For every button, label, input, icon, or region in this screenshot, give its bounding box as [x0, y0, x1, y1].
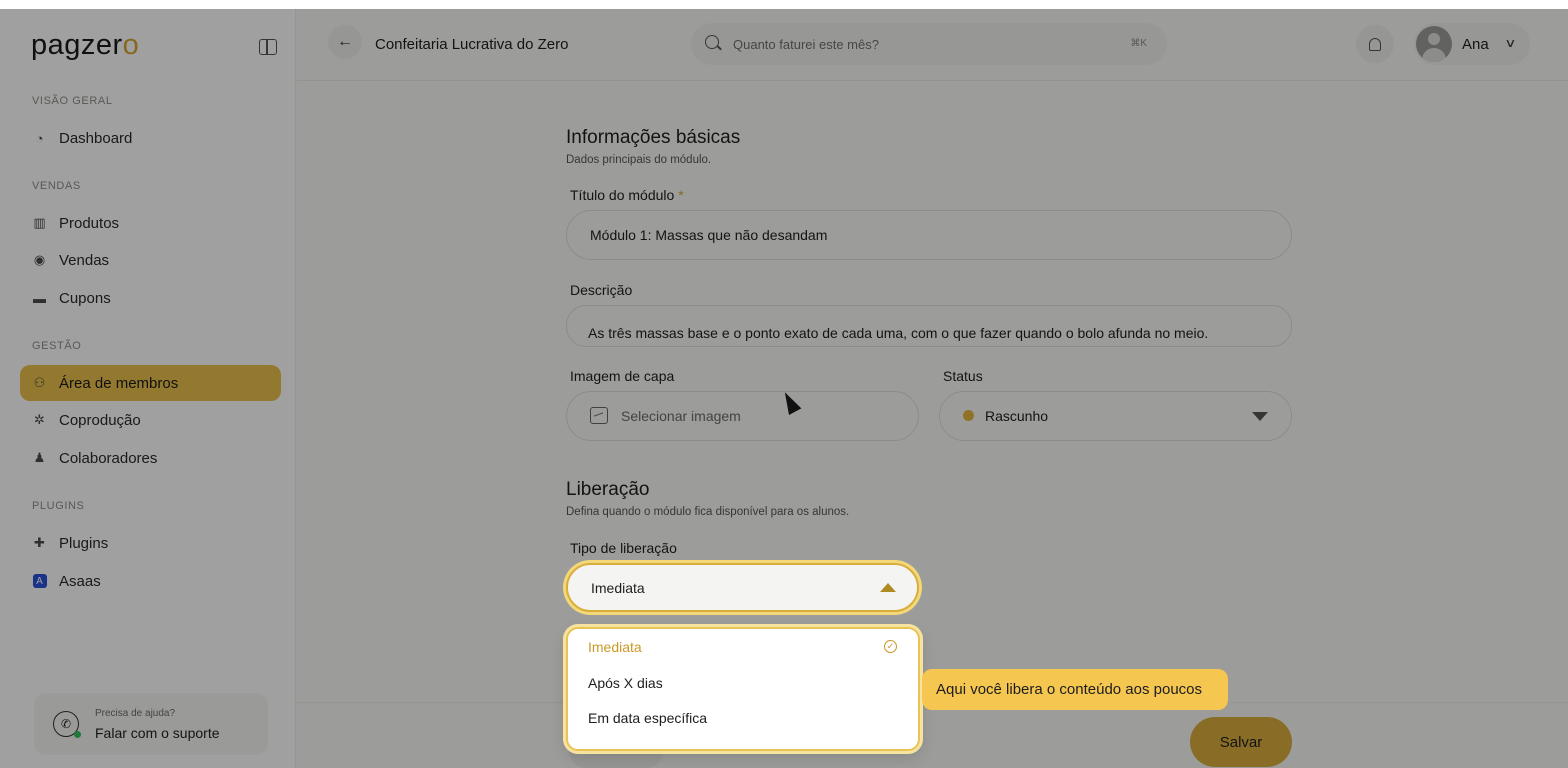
release-type-dropdown: Imediata ✓ Após X dias Em data específic…: [566, 627, 920, 751]
release-type-select[interactable]: Imediata: [566, 563, 919, 612]
top-strip: [0, 0, 1568, 9]
caret-up-icon: [880, 583, 896, 592]
check-circle-icon: ✓: [884, 640, 897, 653]
release-option-imediata[interactable]: Imediata: [588, 639, 642, 655]
onboarding-tooltip: Aqui você libera o conteúdo aos poucos: [922, 669, 1228, 710]
release-type-value: Imediata: [591, 580, 645, 596]
release-option-apos-dias[interactable]: Após X dias: [588, 675, 663, 691]
release-option-data-especifica[interactable]: Em data específica: [588, 710, 707, 726]
